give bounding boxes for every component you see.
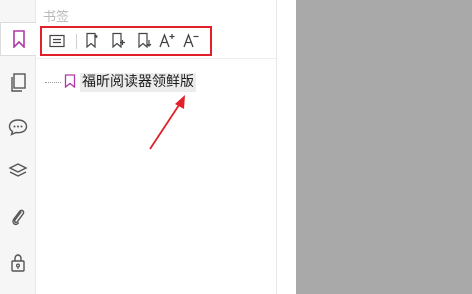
sidebar-attachments-button[interactable] [0,200,36,234]
font-increase-icon [158,32,176,52]
panel-splitter[interactable] [276,0,296,294]
bookmarks-panel: 书签 福昕阅读器领鲜版 [37,0,276,294]
bookmark-properties-button[interactable] [48,33,66,51]
add-child-bookmark-button[interactable] [109,32,127,52]
document-canvas [296,0,472,294]
pages-icon [9,73,27,93]
annotation-arrow [149,95,185,150]
decrease-font-button[interactable] [182,33,200,51]
bookmark-tree-item[interactable]: 福昕阅读器领鲜版 [45,72,196,92]
panel-divider [37,58,276,59]
bookmark-icon [64,73,80,92]
bookmark-icon [12,30,26,48]
tree-connector [45,81,61,83]
panel-title: 书签 [43,10,70,25]
bookmark-star-icon [84,32,100,52]
left-navigation-bar [0,0,36,294]
sidebar-security-button[interactable] [0,246,36,280]
bookmark-arrow-icon [136,32,152,52]
add-bookmark-button[interactable] [83,32,101,52]
sidebar-pages-button[interactable] [0,66,36,100]
bookmark-toolbar [40,26,212,56]
sidebar-layers-button[interactable] [0,154,36,188]
increase-font-button[interactable] [158,33,176,51]
lock-icon [10,253,26,273]
sidebar-bookmarks-button[interactable] [0,22,36,56]
paperclip-icon [10,207,26,227]
toolbar-separator [76,34,77,49]
font-decrease-icon [182,32,200,52]
sidebar-comments-button[interactable] [0,110,36,144]
list-box-icon [49,33,65,52]
add-bookmark-down-button[interactable] [135,32,153,52]
layers-icon [8,162,28,180]
bookmark-plus-icon [110,32,126,52]
bookmark-label[interactable]: 福昕阅读器领鲜版 [80,72,196,92]
comment-icon [8,118,28,136]
